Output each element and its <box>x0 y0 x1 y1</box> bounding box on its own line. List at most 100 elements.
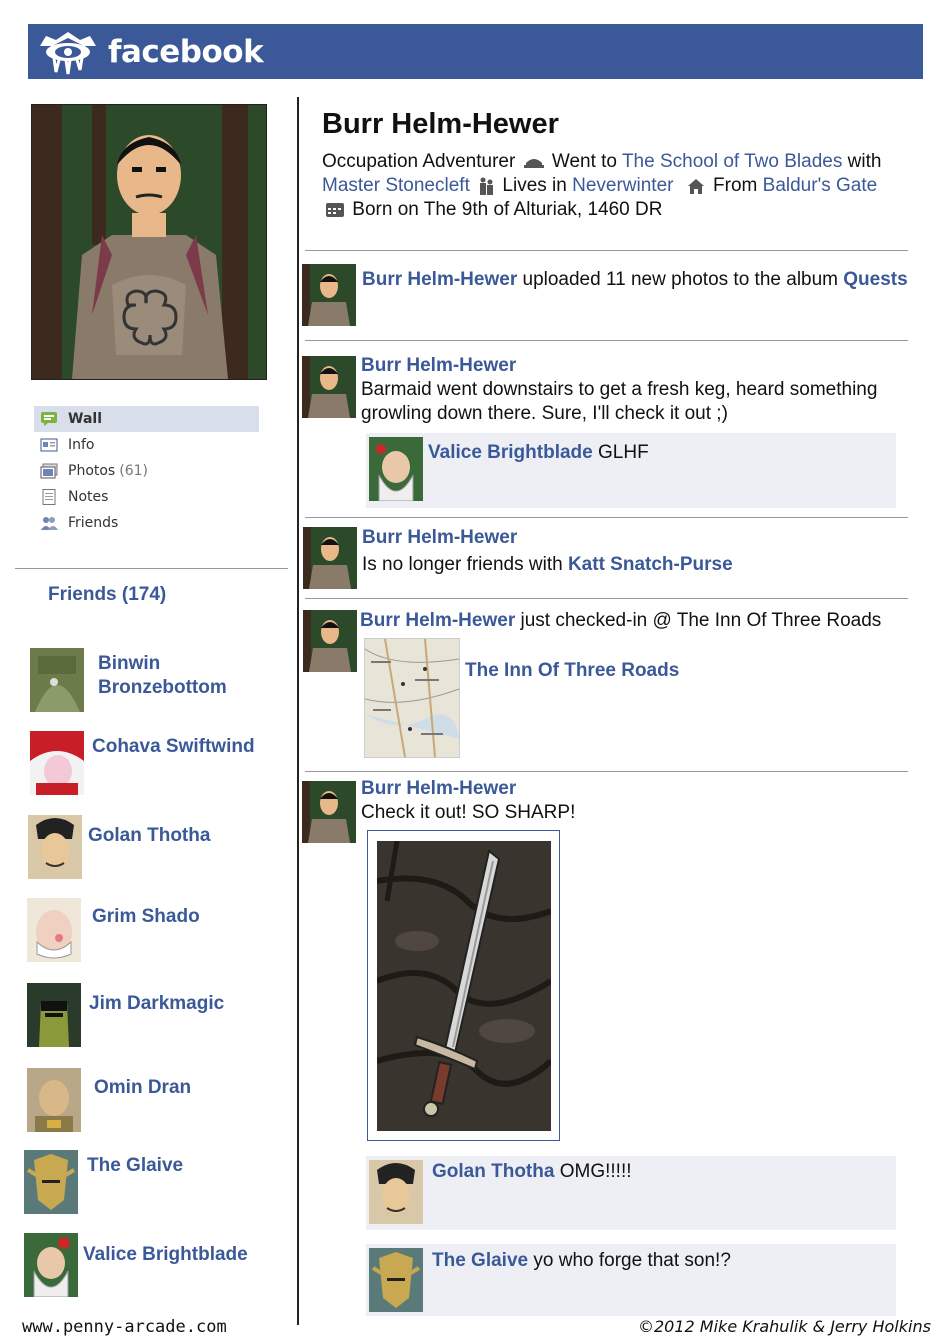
nav-item-label: Wall <box>68 411 102 427</box>
photos-count: (61) <box>119 463 148 479</box>
friend-avatar[interactable] <box>27 1068 81 1132</box>
post-body: Is no longer friends with <box>362 554 563 575</box>
occupation-label: Occupation <box>322 151 419 172</box>
post-author-link[interactable]: Burr Helm-Hewer <box>361 354 921 378</box>
friend-avatar[interactable] <box>30 648 84 712</box>
friend-avatar[interactable] <box>28 815 82 879</box>
post-author-link[interactable]: Burr Helm-Hewer <box>361 777 901 801</box>
post-status: Burr Helm-Hewer Barmaid went downstairs … <box>361 354 921 426</box>
post-unfriend: Burr Helm-Hewer Is no longer friends wit… <box>362 524 902 578</box>
friend-avatar[interactable] <box>30 731 84 795</box>
comment-avatar[interactable] <box>369 437 423 501</box>
comment: The Glaive yo who forge that son!? <box>366 1244 896 1316</box>
profile-picture[interactable] <box>31 104 267 380</box>
checkin-place-link[interactable]: The Inn Of Three Roads <box>465 659 679 683</box>
comment-body: GLHF <box>598 442 649 463</box>
left-divider <box>15 568 288 569</box>
post-author-avatar[interactable] <box>302 356 356 418</box>
feed-divider <box>305 517 908 518</box>
people-icon <box>480 177 494 195</box>
friend-avatar[interactable] <box>24 1150 78 1214</box>
friend-name[interactable]: The Glaive <box>87 1154 262 1178</box>
school-link[interactable]: The School of Two Blades <box>622 151 842 172</box>
feed-divider <box>305 771 908 772</box>
post-author-avatar[interactable] <box>302 781 356 843</box>
friend-avatar[interactable] <box>27 898 81 962</box>
friend-name[interactable]: Golan Thotha <box>88 824 263 848</box>
album-link[interactable]: Quests <box>843 269 907 290</box>
feed-divider <box>305 598 908 599</box>
info-icon <box>40 437 58 453</box>
comment: Valice Brightblade GLHF <box>366 433 896 508</box>
friend-avatar[interactable] <box>24 1233 78 1297</box>
friends-heading[interactable]: Friends (174) <box>48 584 166 606</box>
friend-name[interactable]: Binwin Bronzebottom <box>98 652 273 700</box>
comment-author-link[interactable]: Golan Thotha <box>432 1161 554 1182</box>
with-label: with <box>847 151 882 172</box>
comment-text: The Glaive yo who forge that son!? <box>432 1249 731 1273</box>
brand-logo[interactable]: facebook <box>108 34 264 70</box>
profile-nav: Wall Info Photos (61) Notes Friends <box>34 406 259 536</box>
nav-item-friends[interactable]: Friends <box>34 510 259 536</box>
lives-link[interactable]: Neverwinter <box>572 175 673 196</box>
sword-photo[interactable] <box>377 841 551 1131</box>
post-author-link[interactable]: Burr Helm-Hewer <box>362 269 517 290</box>
calendar-icon <box>326 202 344 217</box>
post-author-link[interactable]: Burr Helm-Hewer <box>362 524 902 551</box>
comment-text: Valice Brightblade GLHF <box>428 441 649 465</box>
house-icon <box>687 178 704 194</box>
eye-logo-icon[interactable] <box>36 28 100 76</box>
comment-avatar[interactable] <box>369 1248 423 1312</box>
column-divider <box>297 97 299 1325</box>
post-body: Check it out! SO SHARP! <box>361 802 576 823</box>
post-checkin: Burr Helm-Hewer just checked-in @ The In… <box>360 609 930 633</box>
nav-item-notes[interactable]: Notes <box>34 484 259 510</box>
from-link[interactable]: Baldur's Gate <box>763 175 878 196</box>
top-bar: facebook <box>28 24 923 79</box>
target-friend-link[interactable]: Katt Snatch-Purse <box>568 554 733 575</box>
comment-author-link[interactable]: The Glaive <box>432 1250 528 1271</box>
comment-body: OMG!!!!! <box>559 1161 632 1182</box>
comment-text: Golan Thotha OMG!!!!! <box>432 1160 632 1184</box>
feed-divider <box>305 340 908 341</box>
nav-item-label: Friends <box>68 515 119 531</box>
post-photo: Burr Helm-Hewer Check it out! SO SHARP! <box>361 777 901 825</box>
nav-item-wall[interactable]: Wall <box>34 406 259 432</box>
mentor-link[interactable]: Master Stonecleft <box>322 175 470 196</box>
comment: Golan Thotha OMG!!!!! <box>366 1156 896 1230</box>
friend-name[interactable]: Jim Darkmagic <box>89 992 264 1016</box>
went-label: Went to <box>551 151 618 172</box>
notes-icon <box>40 489 58 505</box>
comment-author-link[interactable]: Valice Brightblade <box>428 442 593 463</box>
checkin-map[interactable] <box>364 638 460 758</box>
feed-divider <box>305 250 908 251</box>
post-author-link[interactable]: Burr Helm-Hewer <box>360 610 515 631</box>
post-uploaded-photos: Burr Helm-Hewer uploaded 11 new photos t… <box>362 268 942 292</box>
post-author-avatar[interactable] <box>303 527 357 589</box>
comment-avatar[interactable] <box>369 1160 423 1224</box>
nav-item-info[interactable]: Info <box>34 432 259 458</box>
nav-item-label: Photos <box>68 463 116 479</box>
post-body: just checked-in @ The Inn Of Three Roads <box>520 610 882 631</box>
occupation-value: Adventurer <box>422 151 516 172</box>
friend-avatar[interactable] <box>27 983 81 1047</box>
post-author-avatar[interactable] <box>302 264 356 326</box>
friend-name[interactable]: Cohava Swiftwind <box>92 735 267 759</box>
friend-name[interactable]: Grim Shado <box>92 905 267 929</box>
nav-item-photos[interactable]: Photos (61) <box>34 458 259 484</box>
friends-icon <box>40 515 58 531</box>
copyright: ©2012 Mike Krahulik & Jerry Holkins <box>638 1317 931 1336</box>
profile-name: Burr Helm-Hewer <box>322 108 559 140</box>
lives-label: Lives in <box>502 175 567 196</box>
post-photo-frame[interactable] <box>367 830 560 1141</box>
friend-name[interactable]: Omin Dran <box>94 1076 269 1100</box>
friend-name[interactable]: Valice Brightblade <box>83 1243 258 1267</box>
photos-icon <box>40 463 58 479</box>
briefcase-icon <box>523 158 544 168</box>
nav-item-label: Info <box>68 437 95 453</box>
post-author-avatar[interactable] <box>303 610 357 672</box>
post-body: uploaded 11 new photos to the album <box>522 269 839 290</box>
comment-body: yo who forge that son!? <box>533 1250 731 1271</box>
from-label: From <box>713 175 758 196</box>
site-url[interactable]: www.penny-arcade.com <box>22 1317 227 1337</box>
